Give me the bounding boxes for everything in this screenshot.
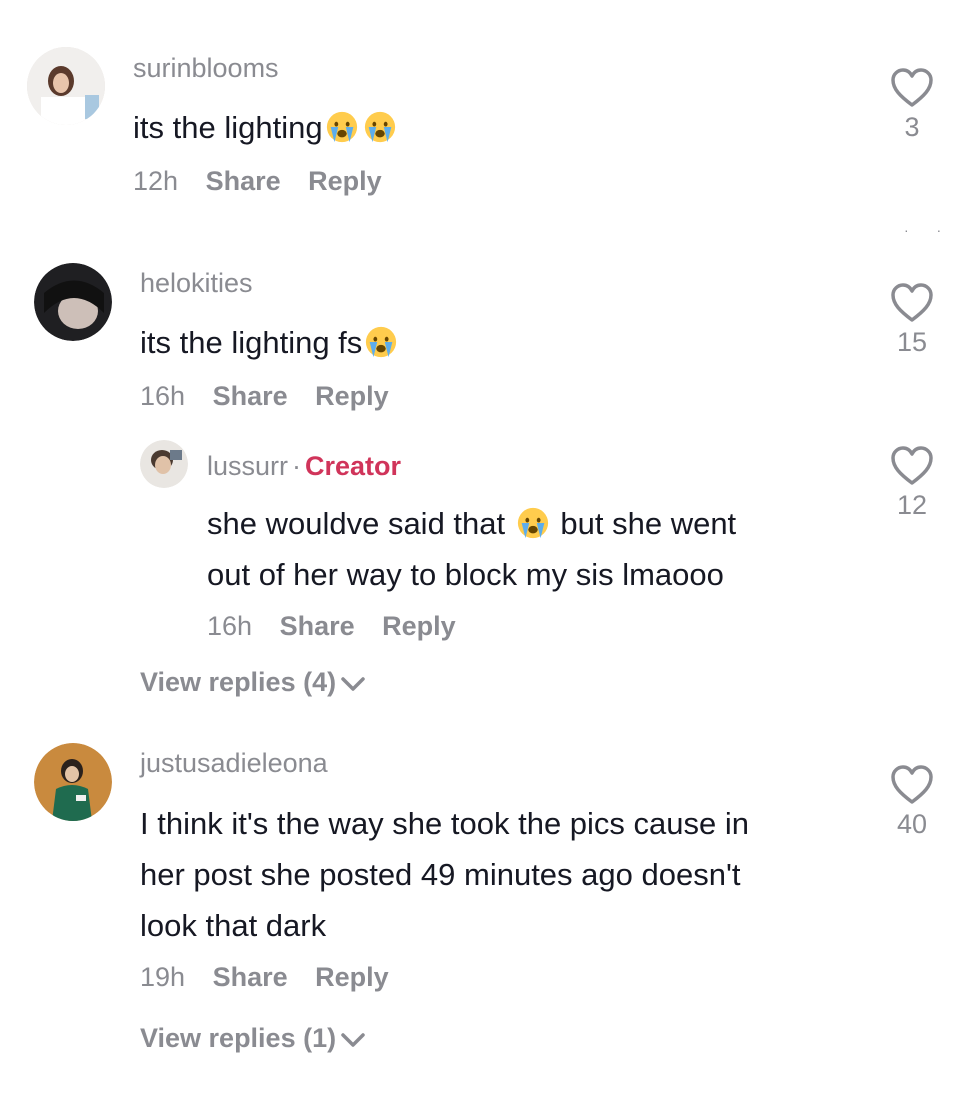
crying-face-emoji [517, 507, 548, 539]
avatar-image [27, 47, 105, 125]
avatar[interactable] [34, 743, 112, 821]
share-button[interactable]: Share [280, 611, 355, 641]
reply-text-part: she wouldve said that [207, 506, 506, 541]
comment-username[interactable]: justusadieleona [140, 748, 328, 779]
like-button[interactable]: 3 [882, 68, 942, 143]
heart-outline-icon [891, 446, 933, 485]
comment-meta: 19h Share Reply [140, 962, 409, 993]
reply-time: 16h [207, 611, 253, 641]
comment-text: its the lighting [133, 102, 399, 153]
heart-outline-icon [891, 283, 933, 322]
avatar-image [34, 263, 112, 341]
separator-dot: · [292, 451, 302, 481]
like-button[interactable]: 12 [882, 446, 942, 521]
comment-text: its the lighting fs [140, 317, 400, 368]
comment-text-line: look that dark [140, 908, 327, 943]
comment-text-content: its the lighting [133, 110, 323, 145]
comment-text-line: I think it's the way she took the pics c… [140, 806, 750, 841]
like-count: 3 [904, 112, 920, 142]
comment-time: 12h [133, 166, 179, 196]
avatar-image [140, 440, 188, 488]
comment-meta: 16h Share Reply [140, 381, 409, 412]
reply-meta: 16h Share Reply [207, 611, 476, 642]
comment-time: 19h [140, 962, 186, 992]
reply-button[interactable]: Reply [315, 962, 389, 992]
crying-face-emoji [364, 111, 395, 143]
creator-badge: Creator [305, 451, 402, 481]
like-count: 15 [896, 327, 928, 357]
reply-button[interactable]: Reply [382, 611, 456, 641]
share-button[interactable]: Share [206, 166, 281, 196]
share-button[interactable]: Share [213, 962, 288, 992]
comment-username[interactable]: surinblooms [133, 53, 279, 84]
avatar[interactable] [140, 440, 188, 488]
view-replies-button[interactable]: View replies (4) [140, 667, 366, 698]
avatar[interactable] [27, 47, 105, 125]
heart-outline-icon [891, 765, 933, 804]
chevron-down-icon [341, 677, 365, 691]
comment-text: I think it's the way she took the pics c… [140, 798, 749, 951]
reply-button[interactable]: Reply [308, 166, 382, 196]
chevron-down-icon [341, 1033, 365, 1047]
view-replies-button[interactable]: View replies (1) [140, 1023, 366, 1054]
comment-time: 16h [140, 381, 186, 411]
avatar[interactable] [34, 263, 112, 341]
view-replies-label: View replies (4) [140, 667, 337, 697]
reply-button[interactable]: Reply [315, 381, 389, 411]
avatar-image [34, 743, 112, 821]
divider-dots: · · [904, 222, 954, 238]
reply-text-line: out of her way to block my sis lmaooo [207, 557, 724, 592]
reply-text: she wouldve said that but she went out o… [207, 498, 736, 600]
crying-face-emoji [326, 111, 357, 143]
like-button[interactable]: 40 [882, 765, 942, 840]
like-count: 40 [896, 809, 928, 839]
crying-face-emoji [366, 326, 397, 358]
like-count: 12 [896, 490, 928, 520]
comment-text-line: her post she posted 49 minutes ago doesn… [140, 857, 741, 892]
comment-meta: 12h Share Reply [133, 166, 402, 197]
like-button[interactable]: 15 [882, 283, 942, 358]
reply-text-line: she wouldve said that but she went [207, 498, 736, 549]
share-button[interactable]: Share [213, 381, 288, 411]
comment-username[interactable]: helokities [140, 268, 253, 299]
reply-text-part: but she went [560, 506, 737, 541]
comment-text-content: its the lighting fs [140, 325, 363, 360]
view-replies-label: View replies (1) [140, 1023, 337, 1053]
reply-username: lussurr · Creator [207, 451, 401, 482]
reply-username-text[interactable]: lussurr [207, 451, 288, 481]
heart-outline-icon [891, 68, 933, 107]
